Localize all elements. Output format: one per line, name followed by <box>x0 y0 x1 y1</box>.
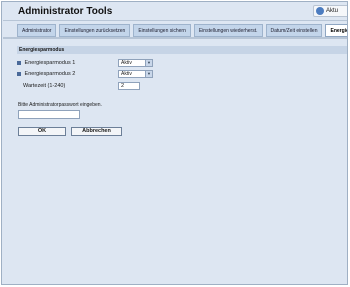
mode2-value: Aktiv <box>121 71 132 77</box>
tab-administrator[interactable]: Administrator <box>17 24 57 37</box>
mode1-select[interactable]: Aktiv ▼ <box>118 59 153 67</box>
cancel-button[interactable]: Abbrechen <box>71 127 122 136</box>
tab-energy-saver[interactable]: Energiesparmodus <box>325 24 347 37</box>
tab-restore-settings[interactable]: Einstellungen wiederherst. <box>193 24 263 37</box>
tab-date-time[interactable]: Datum/Zeit einstellen <box>265 24 323 37</box>
section-header: Energiesparmodus <box>17 46 347 54</box>
content-divider <box>3 37 347 39</box>
admin-tools-window: Administrator Tools Aktu Administrator E… <box>1 1 348 285</box>
mode1-row: Energiesparmodus 1 <box>17 58 75 68</box>
ok-button[interactable]: OK <box>18 127 66 136</box>
chevron-down-icon: ▼ <box>145 60 152 66</box>
wait-label: Wartezeit (1-240) <box>23 83 66 89</box>
wait-time-field[interactable]: 2 <box>118 82 140 90</box>
square-bullet-icon <box>17 72 21 76</box>
password-label: Bitte Administratorpasswort eingeben. <box>18 102 102 108</box>
page-title: Administrator Tools <box>18 6 113 17</box>
update-button-label: Aktu <box>326 8 339 14</box>
refresh-icon <box>316 7 324 15</box>
password-field[interactable] <box>18 110 80 119</box>
mode2-select[interactable]: Aktiv ▼ <box>118 70 153 78</box>
tab-reset-settings[interactable]: Einstellungen zurücksetzen <box>59 24 131 37</box>
mode2-label: Energiesparmodus 2 <box>24 71 76 77</box>
title-divider <box>3 20 347 21</box>
square-bullet-icon <box>17 61 21 65</box>
update-button[interactable]: Aktu <box>313 5 347 17</box>
mode2-row: Energiesparmodus 2 <box>17 69 75 79</box>
tab-bar: Administrator Einstellungen zurücksetzen… <box>17 24 347 37</box>
mode1-value: Aktiv <box>121 60 132 66</box>
chevron-down-icon: ▼ <box>145 71 152 77</box>
wait-row: Wartezeit (1-240) <box>23 81 65 91</box>
mode1-label: Energiesparmodus 1 <box>24 60 76 66</box>
tab-backup-settings[interactable]: Einstellungen sichern <box>133 24 191 37</box>
